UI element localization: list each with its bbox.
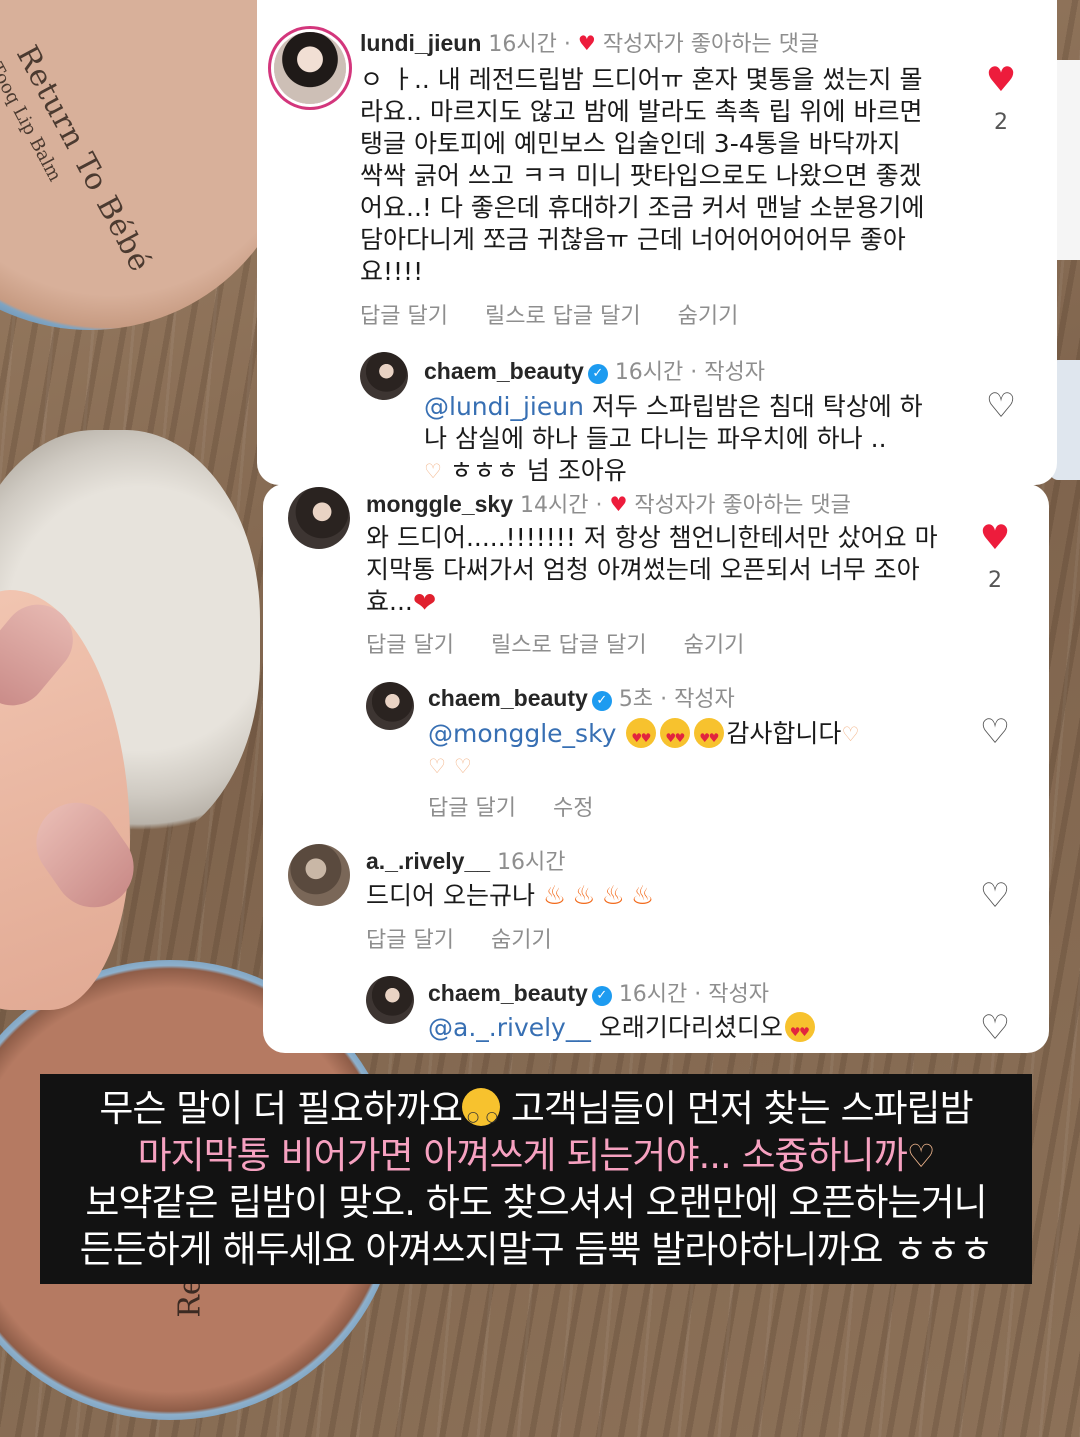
avatar[interactable] xyxy=(366,976,414,1024)
flushed-face-emoji-icon xyxy=(462,1088,501,1140)
caption-line: 무슨 말이 더 필요하까요 고객님들이 먼저 찾는 스파립밤 xyxy=(40,1086,1032,1140)
timestamp: 16시간 xyxy=(488,32,557,57)
like-count: 2 xyxy=(988,568,1002,593)
hide-button[interactable]: 숨기기 xyxy=(684,633,745,658)
timestamp: 14시간 xyxy=(520,493,589,518)
comment-text: 와 드디어.....!!!!!!! 저 항상 챔언니한테서만 샀어요 마 지막통… xyxy=(366,523,938,619)
heart-hands-emoji-icon: ♡ xyxy=(424,459,442,483)
caption-box: 무슨 말이 더 필요하까요 고객님들이 먼저 찾는 스파립밤 마지막통 비어가면… xyxy=(40,1074,1032,1284)
heart-hands-emoji-icon: ♡ xyxy=(453,754,472,778)
username[interactable]: a._.rively__ xyxy=(366,848,490,874)
heart-hands-emoji-icon: ♡ xyxy=(428,754,446,778)
comment-header: chaem_beauty ✓ 5초 · 작성자 xyxy=(428,685,735,712)
comment-text: @a._.rively__ 오래기다리셨디오 xyxy=(428,1012,948,1048)
username[interactable]: chaem_beauty xyxy=(428,980,588,1006)
liked-by-author-badge: 작성자가 좋아하는 댓글 xyxy=(634,493,851,518)
heart-filled-icon[interactable]: ♥ xyxy=(981,62,1021,98)
timestamp: 16시간 xyxy=(497,850,566,875)
mention-link[interactable]: @lundi_jieun xyxy=(424,392,584,421)
mention-link[interactable]: @a._.rively__ xyxy=(428,1013,591,1042)
fire-emoji-icon: ♨ xyxy=(542,881,567,911)
comment-card: lundi_jieun 16시간 · ♥ 작성자가 좋아하는 댓글 ㅇ ㅏ.. … xyxy=(257,0,1057,485)
comment-header: lundi_jieun 16시간 · ♥ 작성자가 좋아하는 댓글 xyxy=(360,30,820,57)
heart-outline-icon[interactable]: ♡ xyxy=(975,878,1015,914)
heart-filled-icon[interactable]: ♥ xyxy=(975,520,1015,556)
heart-outline-icon[interactable]: ♡ xyxy=(975,1010,1015,1046)
red-heart-emoji-icon: ❤ xyxy=(412,586,437,619)
like-control: ♡ xyxy=(981,388,1021,424)
comment-actions: 답글 달기 숨기기 xyxy=(366,922,582,954)
reply-with-reels-button[interactable]: 릴스로 답글 달기 xyxy=(491,633,647,658)
comment-header: chaem_beauty ✓ 16시간 · 작성자 xyxy=(424,358,766,385)
timestamp: 16시간 xyxy=(614,360,684,385)
comment-actions: 답글 달기 수정 xyxy=(428,790,623,822)
reply-button[interactable]: 답글 달기 xyxy=(428,796,516,821)
comment-header: chaem_beauty ✓ 16시간 · 작성자 xyxy=(428,980,770,1007)
author-label: 작성자 xyxy=(708,982,770,1007)
comment-header: a._.rively__ 16시간 xyxy=(366,844,566,876)
comment-text: @lundi_jieun 저두 스파립밤은 침대 탁상에 하 나 삼실에 하나 … xyxy=(424,392,923,485)
heart-eyes-emoji-icon xyxy=(784,1012,815,1048)
username[interactable]: chaem_beauty xyxy=(428,685,588,711)
like-control: ♥ 2 xyxy=(975,520,1015,593)
like-count: 2 xyxy=(994,110,1008,135)
verified-badge-icon: ✓ xyxy=(587,364,608,384)
comment-actions: 답글 달기 릴스로 답글 달기 숨기기 xyxy=(360,298,768,330)
reply-button[interactable]: 답글 달기 xyxy=(360,304,448,329)
avatar[interactable] xyxy=(288,487,350,549)
heart-hands-emoji-icon: ♡ xyxy=(841,722,860,746)
username[interactable]: chaem_beauty xyxy=(424,358,584,384)
caption-line-highlight: 마지막통 비어가면 아껴쓰게 되는거야... 소즁하니까♡ xyxy=(137,1134,936,1177)
like-control: ♥ 2 xyxy=(981,62,1021,135)
username[interactable]: monggle_sky xyxy=(366,491,513,517)
verified-badge-icon: ✓ xyxy=(591,986,612,1006)
reply-with-reels-button[interactable]: 릴스로 답글 달기 xyxy=(485,304,641,329)
author-label: 작성자 xyxy=(704,360,766,385)
mention-link[interactable]: @monggle_sky xyxy=(428,719,616,748)
heart-icon: ♥ xyxy=(609,492,628,516)
fire-emoji-icon: ♨ xyxy=(601,881,625,911)
username[interactable]: lundi_jieun xyxy=(360,30,481,56)
comment-actions: 답글 달기 릴스로 답글 달기 숨기기 xyxy=(366,627,774,659)
heart-eyes-emoji-icon xyxy=(660,718,691,754)
hide-button[interactable]: 숨기기 xyxy=(678,304,739,329)
comment-text: ㅇ ㅏ.. 내 레전드립밤 드디어ㅠ 혼자 몇통을 썼는지 몰 라요.. 마르지… xyxy=(360,65,925,286)
timestamp: 5초 xyxy=(618,687,654,712)
timestamp: 16시간 xyxy=(618,982,688,1007)
avatar[interactable] xyxy=(288,844,350,906)
hide-button[interactable]: 숨기기 xyxy=(491,928,552,953)
heart-outline-icon[interactable]: ♡ xyxy=(975,714,1015,750)
caption-line: 보약같은 립밤이 맞오. 하도 찾으셔서 오랜만에 오픈하는거니 xyxy=(85,1181,987,1224)
author-label: 작성자 xyxy=(674,687,735,712)
heart-outline-icon[interactable]: ♡ xyxy=(981,388,1021,424)
caption-line: 든든하게 해두세요 아껴쓰지말구 듬뿍 발라야하니까요 ㅎㅎㅎ xyxy=(79,1228,994,1271)
fire-emoji-icon: ♨ xyxy=(572,881,596,911)
avatar[interactable] xyxy=(360,352,408,400)
like-control: ♡ xyxy=(975,714,1015,750)
avatar[interactable] xyxy=(366,682,414,730)
comment-text: @monggle_sky 감사합니다♡ ♡ ♡ xyxy=(428,718,948,782)
heart-eyes-emoji-icon xyxy=(694,718,725,754)
avatar[interactable] xyxy=(274,32,346,104)
reply-button[interactable]: 답글 달기 xyxy=(366,633,454,658)
heart-hands-emoji-icon: ♡ xyxy=(906,1137,936,1175)
heart-eyes-emoji-icon xyxy=(626,718,657,754)
comment-text: 드디어 오는규나 ♨ ♨ ♨ ♨ xyxy=(366,881,655,911)
reply-button[interactable]: 답글 달기 xyxy=(366,928,454,953)
heart-icon: ♥ xyxy=(577,31,596,55)
edit-button[interactable]: 수정 xyxy=(553,796,593,821)
comment-header: monggle_sky 14시간 · ♥ 작성자가 좋아하는 댓글 xyxy=(366,491,851,518)
liked-by-author-badge: 작성자가 좋아하는 댓글 xyxy=(602,32,820,57)
fire-emoji-icon: ♨ xyxy=(630,881,655,911)
verified-badge-icon: ✓ xyxy=(591,691,612,711)
like-control: ♡ xyxy=(975,878,1015,914)
like-control: ♡ xyxy=(975,1010,1015,1046)
comment-card: monggle_sky 14시간 · ♥ 작성자가 좋아하는 댓글 와 드디어.… xyxy=(263,484,1049,1053)
